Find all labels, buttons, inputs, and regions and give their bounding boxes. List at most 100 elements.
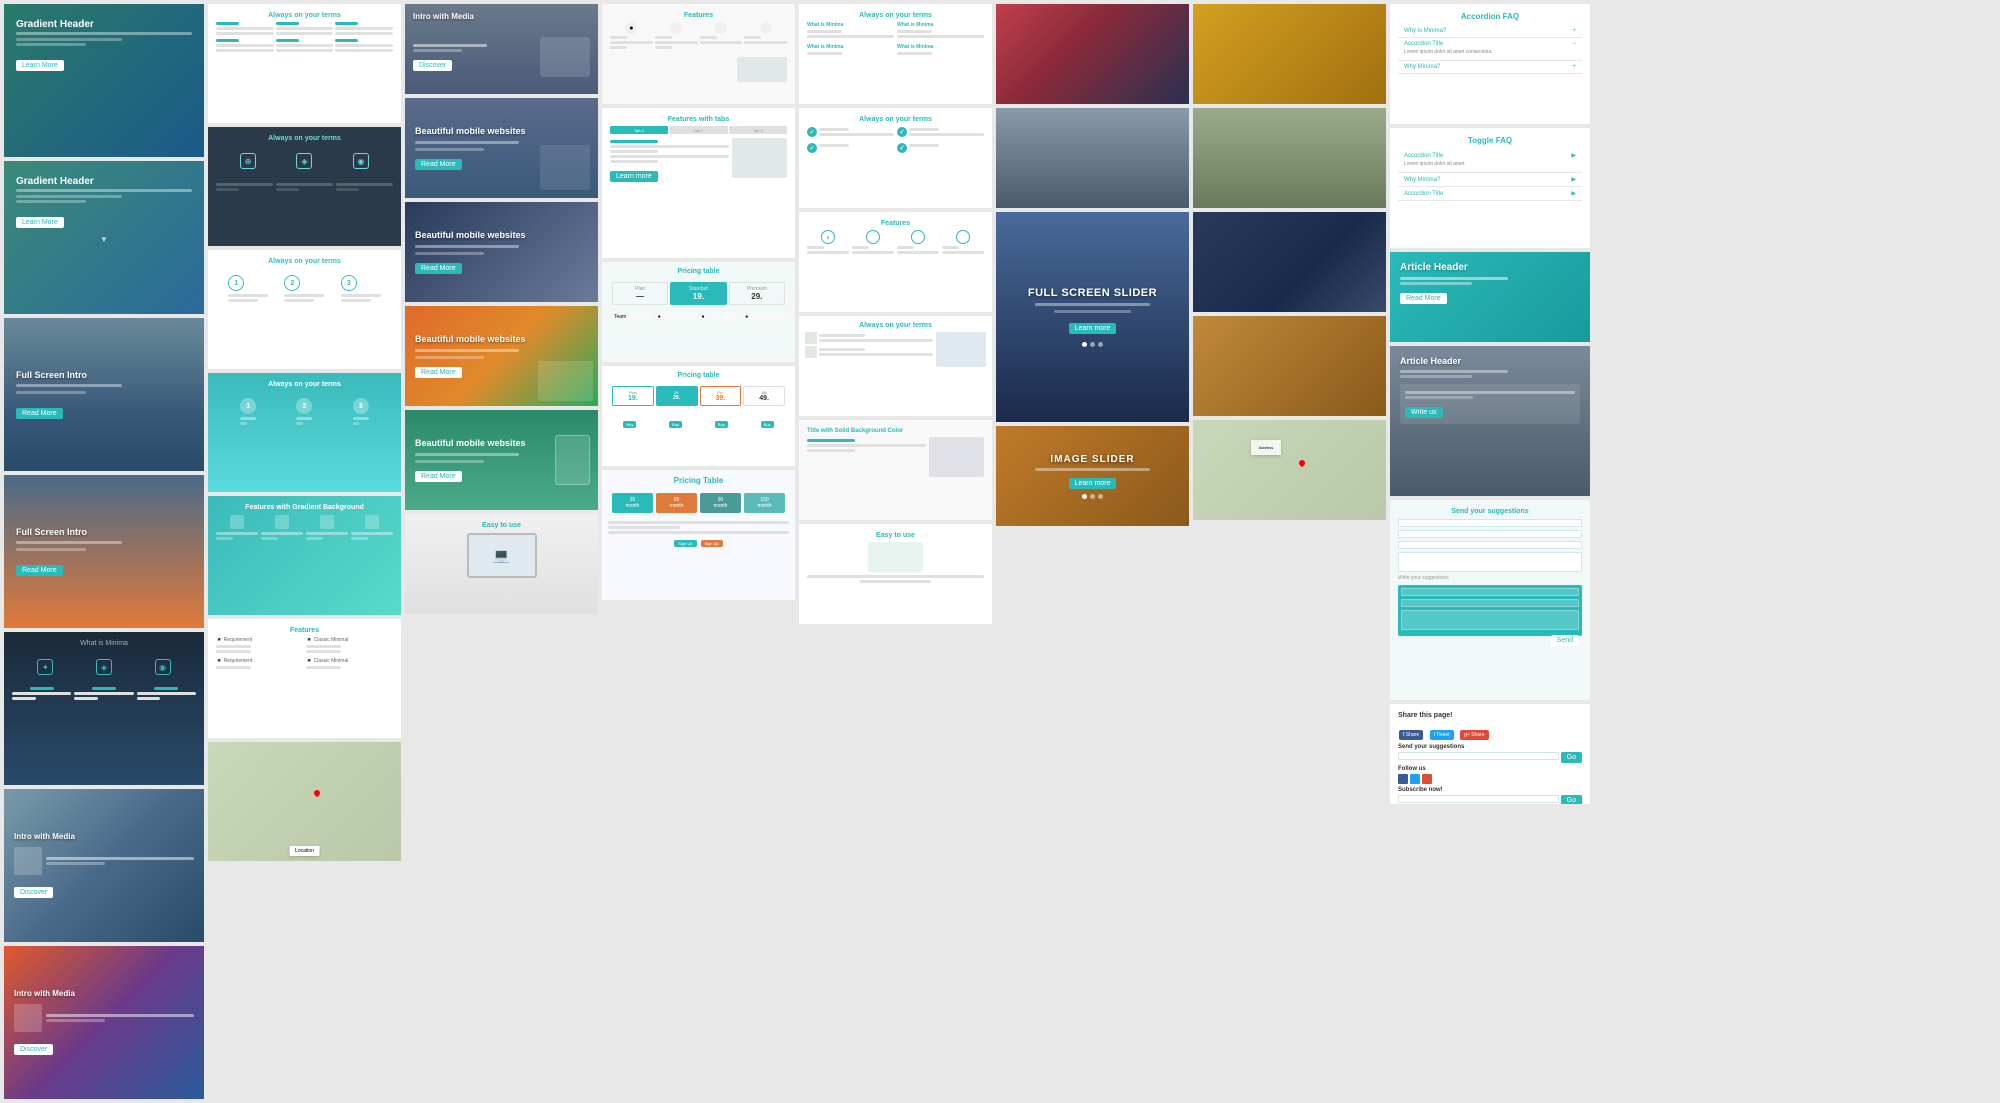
step-2: 2 bbox=[284, 275, 300, 291]
toggle-item-3: Accordion Title ▶ bbox=[1398, 187, 1582, 201]
thumbnail-features-tabs[interactable]: Features with tabs Tab 1 Tab 2 Tab 3 Lea… bbox=[602, 108, 795, 258]
thumbnail-gradient-header-2[interactable]: Gradient Header Learn More ▼ bbox=[4, 161, 204, 314]
thumb-label: Always on your terms bbox=[216, 258, 393, 265]
thumbnail-features-dark[interactable]: What is Minima ✦ ◈ ◉ bbox=[4, 632, 204, 785]
dot-1 bbox=[1082, 342, 1087, 347]
thumbnail-intro-hero-2[interactable]: Beautiful mobile websites Read More bbox=[405, 202, 598, 302]
thumbnail-pricing-1[interactable]: Pricing table Plan — Standart 19. Premiu… bbox=[602, 262, 795, 362]
step-1: 1 bbox=[240, 398, 256, 414]
thumbnail-map-2[interactable]: Address bbox=[1193, 420, 1386, 520]
google-share[interactable]: g+ Share bbox=[1460, 730, 1488, 740]
price-col-3: Premium 29. bbox=[729, 282, 785, 305]
thumbnail-always-2[interactable]: Always on your terms ✓ ✓ ✓ bbox=[799, 108, 992, 208]
accordion-body: Lorem ipsum dolor sit amet consectetur. bbox=[1404, 47, 1576, 57]
icon-2: ◈ bbox=[96, 659, 112, 675]
toggle-item-2: Why Minima? ▶ bbox=[1398, 173, 1582, 187]
thumbnail-title-solid[interactable]: Title with Solid Background Color bbox=[799, 420, 992, 520]
form-title: Send your suggestions bbox=[1398, 508, 1582, 515]
thumbnail-pricing-2[interactable]: Pricing table Plan 19. 29. 29. Pro 39. bbox=[602, 366, 795, 466]
submit-button: Send bbox=[1551, 635, 1579, 646]
thumbnail-map[interactable]: Location bbox=[208, 742, 401, 861]
thumb-label: Features bbox=[610, 12, 787, 19]
mini-button: Read More bbox=[415, 367, 462, 378]
tab-3: Tab 3 bbox=[729, 126, 787, 134]
thumbnail-full-screen-slider[interactable]: FULL SCREEN SLIDER Learn more bbox=[996, 212, 1189, 422]
thumbnail-image-slider[interactable]: IMAGE SLIDER Learn more bbox=[996, 426, 1189, 526]
thumbnail-photo-city[interactable] bbox=[1193, 212, 1386, 312]
thumbnail-fullscreen-intro-2[interactable]: Full Screen Intro Read More bbox=[4, 475, 204, 628]
column-7: Address bbox=[1193, 4, 1386, 520]
toggle-question: Accordion Title bbox=[1404, 153, 1443, 159]
toggle-icon: ▶ bbox=[1571, 190, 1576, 197]
price-col-1: Plan 19. bbox=[612, 386, 654, 406]
thumbnail-pricing-3[interactable]: Pricing Table 35 month 65 month 90 month bbox=[602, 470, 795, 600]
thumbnail-steps-white[interactable]: Always on your terms 1 2 3 bbox=[208, 250, 401, 369]
thumbnail-intro-media-2[interactable]: Intro with Media Discover bbox=[4, 946, 204, 1099]
twitter-share[interactable]: t Tweet bbox=[1430, 730, 1454, 740]
thumb-label: Features bbox=[807, 220, 984, 227]
accordion-icon: + bbox=[1572, 64, 1576, 70]
toggle-icon: ▶ bbox=[1571, 152, 1576, 159]
step-1: 1 bbox=[228, 275, 244, 291]
thumbnail-features-3[interactable]: Features ◦ bbox=[799, 212, 992, 312]
thumbnail-intro-media-1[interactable]: Intro with Media Discover bbox=[4, 789, 204, 942]
price-col-4: Ult 49. bbox=[743, 386, 785, 406]
thumbnail-features-gradient[interactable]: Features with Gradient Background bbox=[208, 496, 401, 615]
thumb-label: Always on your terms bbox=[216, 135, 393, 142]
thumbnail-laptop[interactable]: Easy to use 💻 bbox=[405, 514, 598, 614]
mini-button: Read More bbox=[415, 263, 462, 274]
thumbnail-contact-form[interactable]: Send your suggestions Write your suggest… bbox=[1390, 500, 1590, 700]
icon: ● bbox=[625, 22, 637, 34]
thumb-label: Always on your terms bbox=[807, 116, 984, 123]
facebook-share[interactable]: f Share bbox=[1399, 730, 1423, 740]
thumbnail-always-1[interactable]: Always on your terms What is Minima What… bbox=[799, 4, 992, 104]
thumbnail-fullscreen-intro-1[interactable]: Full Screen Intro Read More bbox=[4, 318, 204, 471]
thumbnail-intro-green[interactable]: Beautiful mobile websites Read More bbox=[405, 306, 598, 406]
thumb-label: Always on your terms bbox=[805, 322, 986, 329]
slider-overlay: FULL SCREEN SLIDER Learn more bbox=[996, 212, 1189, 422]
price-col-4: 150 month bbox=[744, 493, 785, 513]
thumbnail-features-white[interactable]: Features ◾ Requirement ◾ Classic Minimal bbox=[208, 619, 401, 738]
thumbnail-accordion-faq[interactable]: Accordion FAQ Why is Minima? + Accordion… bbox=[1390, 4, 1590, 124]
column-1: Gradient Header Learn More Gradient Head… bbox=[4, 4, 204, 1099]
thumbnail-gradient-header-1[interactable]: Gradient Header Learn More bbox=[4, 4, 204, 157]
main-grid: Gradient Header Learn More Gradient Head… bbox=[0, 0, 2000, 1103]
thumb-title: Beautiful mobile websites bbox=[415, 126, 588, 137]
thumbnail-dark-icons[interactable]: Always on your terms ⊕ ◈ ◉ bbox=[208, 127, 401, 246]
step-3: 3 bbox=[353, 398, 369, 414]
toggle-body: Lorem ipsum dolor sit amet. bbox=[1404, 159, 1576, 169]
thumbnail-article-header-photo[interactable]: Article Header Write us bbox=[1390, 346, 1590, 496]
thumbnail-share[interactable]: Share this page! f Share t Tweet g+ Shar… bbox=[1390, 704, 1590, 804]
form-label: Write your suggestions bbox=[1398, 575, 1582, 581]
thumb-label: Title with Solid Background Color bbox=[807, 428, 984, 434]
thumbnail-intro-top[interactable]: Intro with Media Discover bbox=[405, 4, 598, 94]
laptop-visual: 💻 bbox=[467, 533, 537, 578]
thumbnail-steps-teal[interactable]: Always on your terms 1 2 3 bbox=[208, 373, 401, 492]
gp-icon bbox=[1422, 774, 1432, 784]
thumbnail-article-header-teal[interactable]: Article Header Read More bbox=[1390, 252, 1590, 342]
thumb-label: Always on your terms bbox=[216, 12, 393, 19]
thumbnail-features-top[interactable]: Features ● bbox=[602, 4, 795, 104]
price-col-featured: Standart 19. bbox=[670, 282, 726, 305]
thumbnail-intro-mobile[interactable]: Beautiful mobile websites Read More bbox=[405, 410, 598, 510]
thumbnail-features-rows-1[interactable]: Always on your terms bbox=[208, 4, 401, 123]
mini-button: Read More bbox=[16, 565, 63, 576]
accordion-icon: + bbox=[1572, 28, 1576, 34]
icon-1: ⊕ bbox=[240, 153, 256, 169]
thumbnail-intro-hero-1[interactable]: Beautiful mobile websites Read More bbox=[405, 98, 598, 198]
thumbnail-photo-red[interactable] bbox=[996, 4, 1189, 104]
thumbnail-photo-gold[interactable] bbox=[1193, 4, 1386, 104]
mini-button: Buy bbox=[715, 421, 728, 428]
thumbnail-photo-build[interactable] bbox=[996, 108, 1189, 208]
form-textarea-teal bbox=[1401, 610, 1579, 630]
thumbnail-photo-build2[interactable] bbox=[1193, 108, 1386, 208]
thumbnail-stats[interactable]: Easy to use bbox=[799, 524, 992, 624]
mini-button: Learn More bbox=[16, 60, 64, 71]
thumb-label: Features with Gradient Background bbox=[216, 504, 393, 511]
price-col-1: Plan — bbox=[612, 282, 668, 305]
mini-button: Sign Up bbox=[701, 540, 723, 547]
thumbnail-photo-build3[interactable] bbox=[1193, 316, 1386, 416]
thumb-title: Full Screen Intro bbox=[16, 370, 192, 380]
thumbnail-features-grid[interactable]: Always on your terms bbox=[799, 316, 992, 416]
thumbnail-toggle-faq[interactable]: Toggle FAQ Accordion Title ▶ Lorem ipsum… bbox=[1390, 128, 1590, 248]
